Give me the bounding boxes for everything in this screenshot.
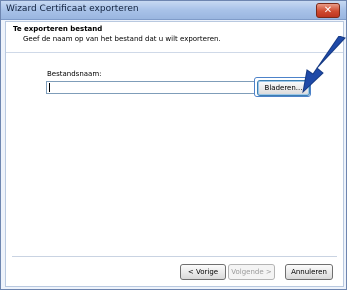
close-button[interactable]: ✕ bbox=[316, 3, 340, 18]
cancel-button[interactable]: Annuleren bbox=[285, 264, 333, 280]
wizard-window: Wizard Certificaat exporteren ✕ Te expor… bbox=[0, 0, 347, 290]
wizard-content: Te exporteren bestand Geef de naam op va… bbox=[5, 21, 344, 287]
title-bar[interactable]: Wizard Certificaat exporteren ✕ bbox=[1, 1, 346, 20]
header-title: Te exporteren bestand bbox=[13, 25, 103, 33]
pointer-arrow-icon bbox=[302, 36, 346, 94]
next-button[interactable]: Volgende > bbox=[228, 264, 275, 280]
window-title: Wizard Certificaat exporteren bbox=[6, 4, 139, 14]
wizard-header: Te exporteren bestand Geef de naam op va… bbox=[6, 22, 343, 53]
filename-label: Bestandsnaam: bbox=[47, 70, 102, 78]
text-caret bbox=[49, 83, 50, 92]
header-subtitle: Geef de naam op van het bestand dat u wi… bbox=[23, 35, 221, 43]
filename-input[interactable] bbox=[46, 81, 255, 94]
back-button[interactable]: < Vorige bbox=[180, 264, 226, 280]
close-icon: ✕ bbox=[323, 5, 333, 16]
footer-divider bbox=[12, 256, 337, 257]
